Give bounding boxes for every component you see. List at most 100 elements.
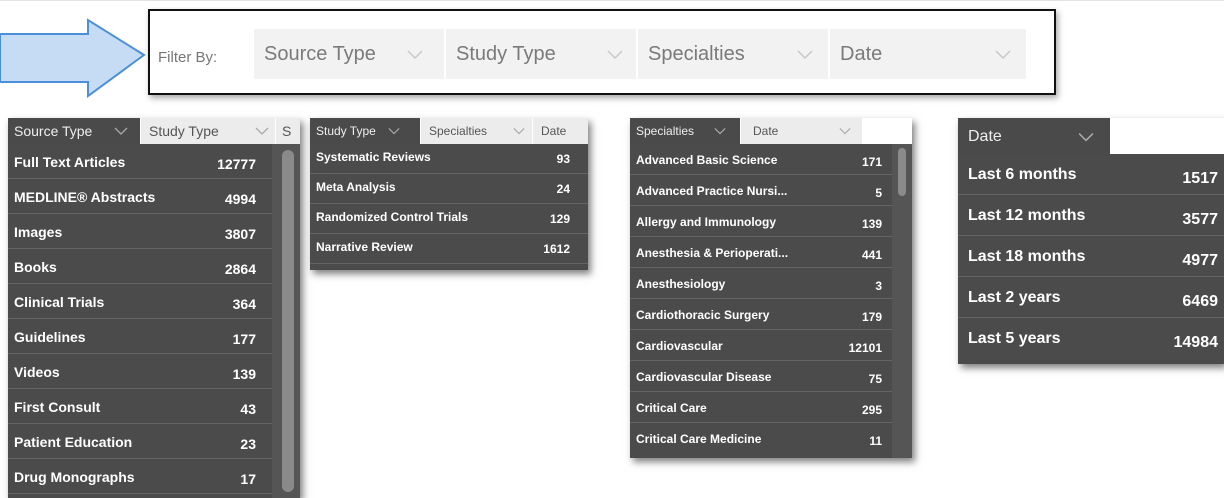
item-label: Allergy and Immunology	[636, 215, 777, 229]
date-dropdown[interactable]: Date	[830, 29, 1026, 79]
item-count: 179	[861, 310, 882, 324]
list-item[interactable]: Advanced Practice Nursi... 5	[630, 175, 912, 206]
list-item[interactable]: Narrative Review 1612	[310, 234, 588, 264]
list-item[interactable]: Last 6 months 1517	[958, 154, 1224, 195]
list-item[interactable]: Systematic Reviews 93	[310, 144, 588, 174]
item-label: Cardiovascular Disease	[636, 370, 772, 384]
chevron-down-icon	[388, 128, 400, 135]
filter-bar: Filter By: Source Type Study Type Specia…	[148, 9, 1056, 95]
list-item[interactable]: Videos 139	[8, 354, 300, 389]
top-divider	[0, 0, 1224, 1]
item-count: 295	[861, 403, 882, 417]
specialties-list: Advanced Basic Science 171 Advanced Pract…	[630, 144, 912, 458]
tab-label: S	[282, 123, 292, 139]
item-label: Advanced Basic Science	[636, 153, 778, 167]
scrollbar-thumb[interactable]	[282, 150, 294, 492]
list-item[interactable]: Last 5 years 14984	[958, 318, 1224, 359]
item-count: 129	[549, 212, 570, 226]
item-label: Guidelines	[14, 329, 86, 345]
item-count: 24	[556, 182, 570, 196]
source-type-dropdown[interactable]: Source Type	[254, 29, 444, 79]
tab-study-type[interactable]: Study Type	[140, 118, 275, 144]
item-count: 364	[232, 296, 256, 312]
item-label: Clinical Trials	[14, 294, 105, 310]
item-label: Last 6 months	[968, 166, 1077, 183]
item-label: Books	[14, 259, 57, 275]
chevron-down-icon	[797, 50, 813, 60]
list-item[interactable]: Allergy and Immunology 139	[630, 206, 912, 237]
item-label: Advanced Practice Nursi...	[636, 184, 788, 198]
item-label: Drug Monographs	[14, 469, 135, 485]
tab-source-type[interactable]: Source Type	[8, 118, 140, 144]
tab-label: Study Type	[149, 123, 219, 139]
tab-date[interactable]: Date	[532, 118, 588, 144]
item-count: 93	[556, 152, 570, 166]
item-label: Anesthesiology	[636, 277, 726, 291]
item-count: 14984	[1173, 334, 1219, 351]
item-count: 75	[868, 372, 882, 386]
item-count: 6469	[1182, 293, 1218, 310]
tab-label: Specialties	[429, 124, 488, 138]
dropdown-label: Date	[840, 43, 883, 65]
chevron-down-icon	[513, 128, 525, 135]
tab-specialties[interactable]: S	[275, 118, 300, 144]
source-type-panel: Source Type Study Type S Full Text Artic…	[8, 118, 300, 498]
study-type-list: Systematic Reviews 93 Meta Analysis 24 Ran…	[310, 144, 588, 270]
list-item[interactable]: Meta Analysis 24	[310, 174, 588, 204]
specialties-dropdown[interactable]: Specialties	[638, 29, 828, 79]
list-item[interactable]: Drug Monographs 17	[8, 459, 300, 494]
list-item[interactable]: Anesthesiology 3	[630, 268, 912, 299]
list-item[interactable]: Images 3807	[8, 214, 300, 249]
item-label: Narrative Review	[316, 240, 413, 254]
date-list: Last 6 months 1517 Last 12 months 3577 Las…	[958, 154, 1224, 364]
dropdown-label: Source Type	[264, 43, 376, 65]
list-item[interactable]: Cardiovascular Disease 75	[630, 361, 912, 392]
list-item[interactable]: Critical Care 295	[630, 392, 912, 423]
list-item[interactable]: Clinical Trials 364	[8, 284, 300, 319]
list-item[interactable]: First Consult 43	[8, 389, 300, 424]
list-item[interactable]: Full Text Articles 12777	[8, 144, 300, 179]
chevron-down-icon	[607, 50, 623, 60]
item-label: Anesthesia & Perioperati...	[636, 246, 789, 260]
item-label: Patient Education	[14, 434, 133, 450]
item-label: Videos	[14, 364, 60, 380]
list-item[interactable]: Last 2 years 6469	[958, 277, 1224, 318]
item-count: 17	[240, 471, 256, 487]
item-label: Cardiothoracic Surgery	[636, 308, 770, 322]
chevron-down-icon	[255, 127, 269, 135]
item-label: Full Text Articles	[14, 154, 126, 170]
list-item[interactable]: Cardiothoracic Surgery 179	[630, 299, 912, 330]
item-count: 3577	[1182, 211, 1218, 228]
study-type-dropdown[interactable]: Study Type	[446, 29, 636, 79]
source-type-list: Full Text Articles 12777 MEDLINE® Abstrac…	[8, 144, 300, 498]
list-item[interactable]: Books 2864	[8, 249, 300, 284]
item-count: 1517	[1182, 170, 1218, 187]
tab-label: Date	[968, 128, 1002, 145]
item-count: 5	[875, 186, 882, 200]
list-item[interactable]: Patient Education 23	[8, 424, 300, 459]
tab-label: Specialties	[636, 124, 695, 138]
specialties-panel: Specialties Date Advanced Basic Science 1…	[630, 118, 912, 458]
list-item[interactable]: Randomized Control Trials 129	[310, 204, 588, 234]
tab-specialties[interactable]: Specialties	[420, 118, 532, 144]
list-item[interactable]: Last 12 months 3577	[958, 195, 1224, 236]
item-count: 177	[232, 331, 256, 347]
list-item[interactable]: Advanced Basic Science 171	[630, 144, 912, 175]
tab-specialties[interactable]: Specialties	[630, 118, 740, 144]
chevron-down-icon	[995, 50, 1011, 60]
tab-date[interactable]: Date	[958, 118, 1110, 154]
list-item[interactable]: Critical Care Medicine 11	[630, 423, 912, 454]
tab-date[interactable]: Date	[740, 118, 862, 144]
tab-study-type[interactable]: Study Type	[310, 118, 420, 144]
filter-by-label: Filter By:	[158, 49, 218, 66]
list-item[interactable]: Anesthesia & Perioperati... 441	[630, 237, 912, 268]
list-item[interactable]: Last 18 months 4977	[958, 236, 1224, 277]
scrollbar-thumb[interactable]	[898, 148, 906, 196]
item-count: 4994	[224, 191, 256, 207]
list-item[interactable]: MEDLINE® Abstracts 4994	[8, 179, 300, 214]
item-count: 139	[232, 366, 256, 382]
list-item[interactable]: Guidelines 177	[8, 319, 300, 354]
list-item[interactable]: Cardiovascular 12101	[630, 330, 912, 361]
study-type-panel: Study Type Specialties Date Systematic R…	[310, 118, 588, 270]
item-label: Randomized Control Trials	[316, 210, 469, 224]
